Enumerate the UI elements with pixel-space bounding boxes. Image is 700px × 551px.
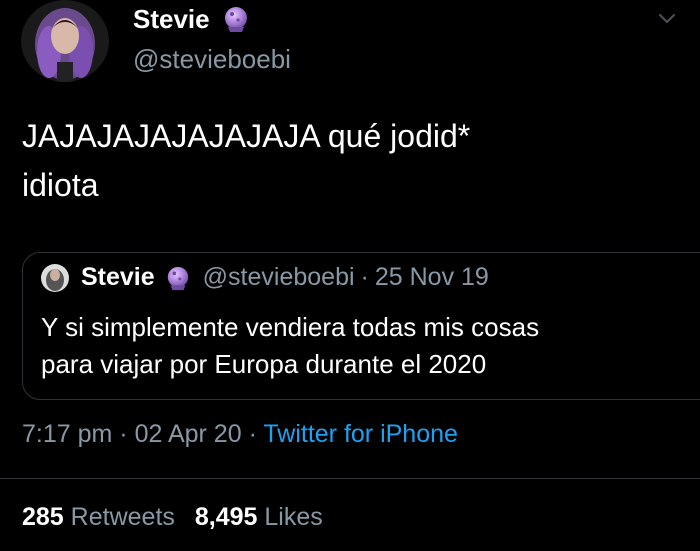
crystal-ball-icon — [224, 7, 247, 32]
divider — [0, 478, 700, 479]
tweet-text-line-2: idiota — [22, 167, 99, 203]
tweet-text: JAJAJAJAJAJAJAJA qué jodid* idiota — [22, 112, 662, 210]
retweets-count: 285 — [22, 503, 64, 531]
retweets-stat[interactable]: 285 Retweets — [22, 503, 175, 531]
quoted-tweet[interactable]: Stevie @stevieboebi · 25 Nov 19 Y si sim… — [22, 252, 700, 400]
quoted-tweet-header: Stevie @stevieboebi · 25 Nov 19 — [41, 263, 489, 292]
tweet-stats: 285 Retweets 8,495 Likes — [22, 503, 323, 532]
tweet-source-link[interactable]: Twitter for iPhone — [263, 420, 458, 448]
quoted-text-line-1: Y si simplemente vendiera todas mis cosa… — [41, 312, 540, 342]
meta-separator: · — [119, 420, 128, 448]
display-name-row: Stevie — [133, 0, 291, 38]
avatar[interactable] — [21, 0, 109, 82]
quoted-date: 25 Nov 19 — [374, 263, 489, 291]
crystal-ball-icon — [167, 266, 188, 290]
quoted-text-line-2: para viajar por Europa durante el 2020 — [41, 349, 487, 379]
quoted-text: Y si simplemente vendiera todas mis cosa… — [41, 309, 661, 383]
chevron-down-icon[interactable] — [656, 8, 678, 30]
likes-label: Likes — [264, 503, 323, 531]
retweets-label: Retweets — [70, 503, 175, 531]
display-name[interactable]: Stevie — [133, 4, 210, 35]
tweet-meta: 7:17 pm · 02 Apr 20 · Twitter for iPhone — [22, 420, 458, 449]
tweet: Stevie @stevieboebi JAJAJAJAJAJAJAJA qué… — [0, 0, 700, 551]
likes-stat[interactable]: 8,495 Likes — [195, 503, 323, 531]
quoted-handle: @stevieboebi — [202, 263, 355, 291]
tweet-date[interactable]: 02 Apr 20 — [135, 420, 242, 448]
quoted-separator: · — [360, 263, 369, 291]
likes-count: 8,495 — [194, 503, 258, 531]
tweet-text-line-1: JAJAJAJAJAJAJAJA qué jodid* — [22, 118, 471, 154]
meta-separator: · — [248, 420, 257, 448]
tweet-time[interactable]: 7:17 pm — [22, 420, 112, 448]
author-block: Stevie @stevieboebi — [133, 0, 291, 75]
quoted-avatar — [41, 263, 69, 292]
handle[interactable]: @stevieboebi — [133, 44, 291, 75]
quoted-display-name: Stevie — [81, 263, 155, 291]
